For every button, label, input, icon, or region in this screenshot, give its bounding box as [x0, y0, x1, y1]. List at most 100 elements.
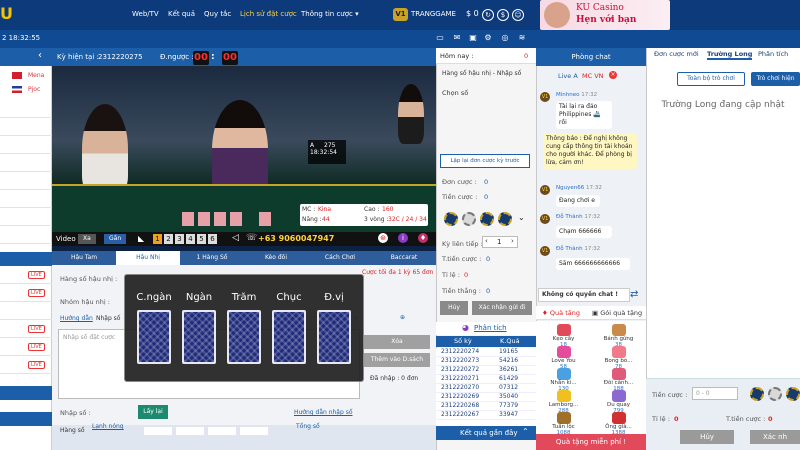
globe-icon[interactable]: ◎: [500, 33, 510, 43]
chip[interactable]: [444, 212, 458, 226]
sidebar-row[interactable]: [0, 100, 52, 118]
confirm-bet-button[interactable]: Xác nhận gửi đi: [472, 301, 532, 315]
chevron-up-icon[interactable]: ⌃: [522, 427, 529, 436]
deposit-icon[interactable]: $: [497, 9, 509, 21]
sidebar-row[interactable]: LIVE: [0, 266, 52, 284]
sidebar-row[interactable]: LIVE: [0, 284, 52, 302]
close-icon[interactable]: ×: [609, 71, 617, 79]
sidebar-row[interactable]: [0, 118, 52, 136]
nav-bet-info[interactable]: Thông tin cược ▾: [301, 10, 359, 18]
bottom-tab-tong-so[interactable]: Tổng số: [296, 423, 320, 430]
gift-icon[interactable]: ♦: [418, 233, 428, 243]
sidebar-item-flag-1[interactable]: Mena: [0, 70, 52, 82]
repeat-last-bet-button[interactable]: Lập lại đơn cược kỳ trước: [440, 154, 530, 168]
game-icon[interactable]: ⊛: [378, 233, 388, 243]
chip[interactable]: [750, 387, 764, 401]
refresh-icon[interactable]: ↻: [482, 9, 494, 21]
periods-stepper[interactable]: ‹ 1 ›: [482, 236, 518, 248]
chip[interactable]: [786, 387, 800, 401]
sidebar-item-flag-2[interactable]: Pjoc: [0, 84, 52, 96]
bottom-tab-lanh-nong[interactable]: Lạnh nóng: [92, 423, 124, 430]
analysis-link[interactable]: Phân tích: [474, 324, 507, 332]
settings-icon[interactable]: ⚙: [483, 33, 493, 43]
tro-giup-link[interactable]: ⊕: [400, 314, 405, 321]
room-mc[interactable]: MC VN: [582, 72, 604, 80]
card-icon[interactable]: ▭: [435, 33, 445, 43]
tab-gifts[interactable]: ♦ Quà tặng: [542, 309, 580, 317]
sidebar-section[interactable]: [0, 412, 52, 426]
bottom-tab-tam[interactable]: [208, 427, 236, 435]
clear-button[interactable]: Xóa: [364, 335, 430, 349]
tab-keo-doi[interactable]: Kèo đôi: [244, 251, 308, 265]
swap-icon[interactable]: ⇄: [630, 289, 638, 300]
sidebar-row[interactable]: [0, 226, 52, 244]
sidebar-row[interactable]: [0, 208, 52, 226]
sidebar-section[interactable]: [0, 386, 52, 400]
live-video[interactable]: A 275 18:32:54 MC : Kina Năng : 44 Cao :…: [52, 66, 436, 232]
nav-results[interactable]: Kết quả: [168, 10, 195, 18]
sidebar-row[interactable]: LIVE: [0, 320, 52, 338]
bottom-tab-hang-so[interactable]: Hàng số: [60, 427, 85, 434]
sidebar-row[interactable]: [0, 190, 52, 208]
angle-button-4[interactable]: 4: [186, 234, 195, 244]
guide-link[interactable]: Hướng dẫn: [60, 315, 93, 322]
chip-selector[interactable]: ⌄: [440, 211, 532, 227]
promo-banner[interactable]: KU Casino Hẹn với bạn: [540, 0, 670, 30]
angle-button-1[interactable]: 1: [153, 234, 162, 244]
reload-button[interactable]: Lấy lại: [138, 405, 168, 419]
tab-hau-nhi[interactable]: Hậu Nhị: [116, 251, 180, 265]
plus-icon[interactable]: ›: [511, 237, 514, 245]
tab-hau-tam[interactable]: Hậu Tam: [52, 251, 116, 265]
video-near-button[interactable]: Gần: [104, 234, 127, 244]
chip[interactable]: [768, 387, 782, 401]
sidebar-row[interactable]: [0, 154, 52, 172]
quick-cancel-button[interactable]: Hủy: [680, 430, 734, 444]
tab-1-hang-so[interactable]: 1 Hàng Số: [180, 251, 244, 265]
nav-bet-history[interactable]: Lịch sử đặt cược: [240, 10, 297, 18]
chip[interactable]: [462, 212, 476, 226]
current-game-button[interactable]: Trò chơi hiện: [751, 72, 800, 86]
sidebar-row[interactable]: [0, 172, 52, 190]
all-games-button[interactable]: Toàn bộ trò chơi: [677, 72, 745, 86]
cancel-bet-button[interactable]: Hủy: [440, 301, 468, 315]
chevron-down-icon[interactable]: ⌄: [518, 213, 525, 222]
analysis-header[interactable]: ◕ Phân tích: [436, 322, 536, 335]
info-icon[interactable]: i: [398, 233, 408, 243]
quick-stake-input[interactable]: 0 - 0: [692, 387, 738, 400]
chip[interactable]: [498, 212, 512, 226]
nav-webtv[interactable]: Web/TV: [132, 10, 159, 18]
chip[interactable]: [480, 212, 494, 226]
sidebar-row[interactable]: LIVE: [0, 356, 52, 374]
nav-rules[interactable]: Quy tắc: [204, 10, 231, 18]
sidebar-row[interactable]: LIVE: [0, 338, 52, 356]
angle-button-6[interactable]: 6: [208, 234, 217, 244]
angle-button-2[interactable]: 2: [164, 234, 173, 244]
sidebar-row[interactable]: [0, 302, 52, 320]
chevron-left-icon[interactable]: ‹: [38, 50, 42, 61]
bottom-tab-keo[interactable]: [144, 427, 172, 435]
sidebar-row[interactable]: [0, 136, 52, 154]
tab-baccarat[interactable]: Baccarat: [372, 251, 436, 265]
add-to-list-button[interactable]: Thêm vào D.sách: [364, 353, 430, 367]
quick-confirm-button[interactable]: Xác nh: [750, 430, 800, 444]
bottom-tab-doi[interactable]: [176, 427, 204, 435]
tab-gift-packs[interactable]: ▣ Gói quà tặng: [592, 309, 642, 317]
sidebar-section[interactable]: [0, 252, 52, 266]
minus-icon[interactable]: ‹: [485, 237, 488, 245]
smile-icon[interactable]: ☺: [512, 9, 524, 21]
volume-icon[interactable]: ◁: [232, 233, 239, 243]
gift-icon[interactable]: ▣: [468, 33, 478, 43]
angle-button-5[interactable]: 5: [197, 234, 206, 244]
import-guide-link[interactable]: Hướng dẫn nhập số: [294, 409, 353, 416]
tab-truong-long[interactable]: Trường Long: [707, 50, 753, 60]
username[interactable]: TRANGGAME: [411, 10, 456, 18]
tab-new-bets[interactable]: Đơn cược mới: [654, 50, 699, 58]
free-gift-button[interactable]: Quà tặng miễn phí !: [536, 434, 646, 450]
logo[interactable]: U: [0, 4, 22, 26]
tab-cach-choi[interactable]: Cách Chơi: [308, 251, 372, 265]
angle-button-3[interactable]: 3: [175, 234, 184, 244]
room-name[interactable]: Live A: [558, 72, 578, 80]
tab-analysis[interactable]: Phân tích: [758, 50, 788, 58]
recent-results-bar[interactable]: Kết quả gần đây ⌃: [436, 426, 536, 440]
mail-icon[interactable]: ✉: [452, 33, 462, 43]
